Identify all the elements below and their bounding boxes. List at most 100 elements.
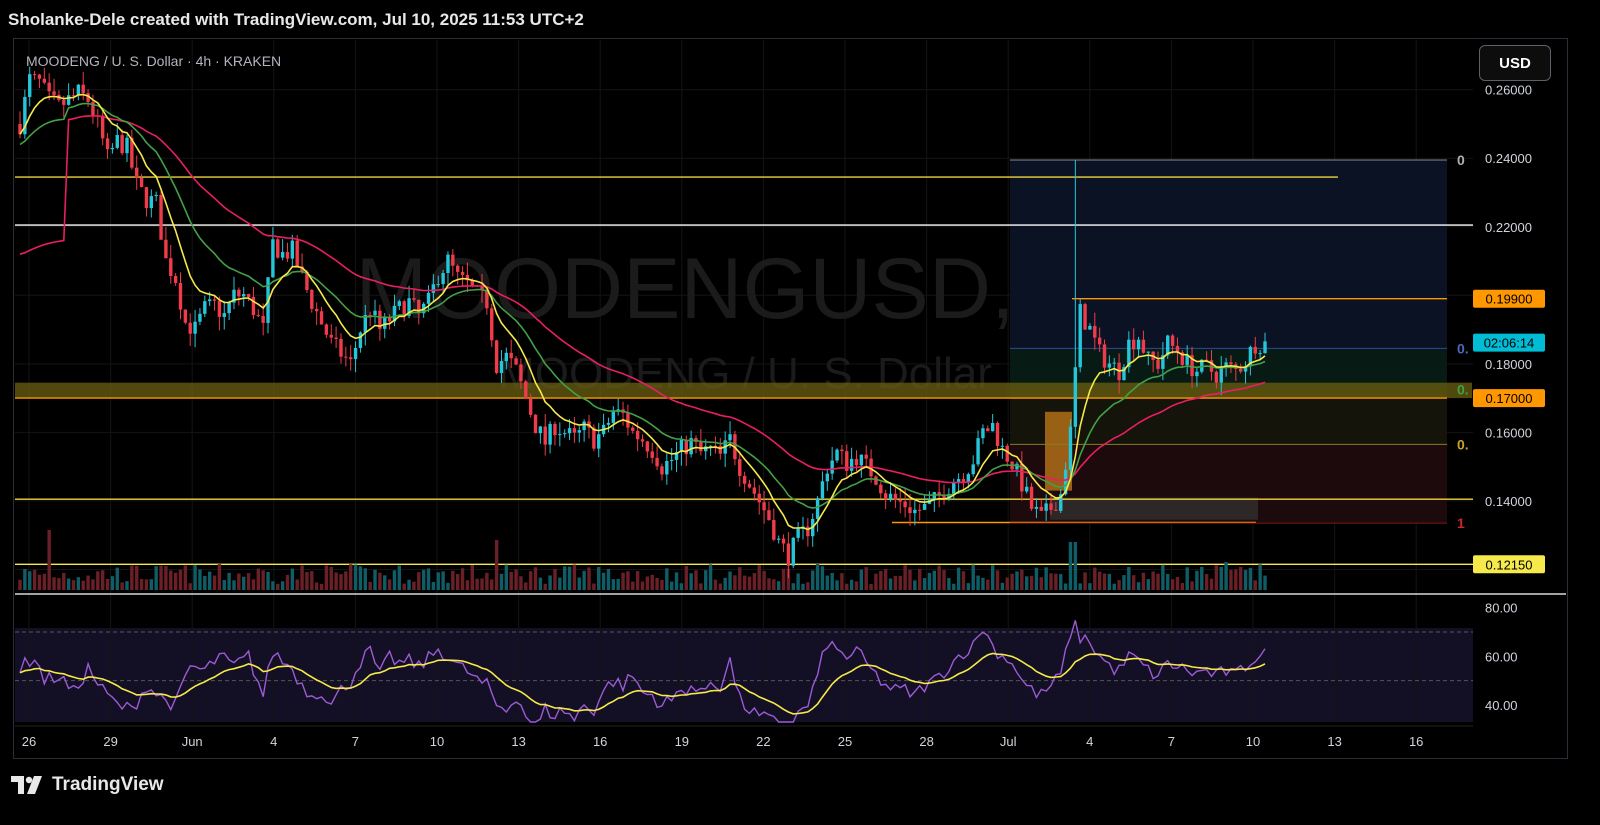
price-chart[interactable]: MOODENGUSD, 4h MOODENG / U. S. Dollar 00… (0, 0, 1600, 825)
candle-body (849, 458, 854, 471)
candle-body (154, 194, 158, 197)
tradingview-logo-icon (11, 776, 42, 794)
candle-body (1024, 486, 1029, 492)
volume-bar (961, 571, 966, 590)
volume-bar (1151, 571, 1155, 590)
volume-bar (188, 583, 192, 590)
candle-body (431, 284, 436, 293)
volume-bar (776, 581, 781, 590)
volume-bar (723, 577, 727, 590)
candle-body (815, 498, 820, 519)
volume-bar (553, 568, 557, 590)
candle-body (1195, 371, 1199, 377)
candle-body (1005, 445, 1009, 462)
volume-bar (650, 574, 654, 590)
candle-body (110, 147, 115, 150)
candle-body (898, 499, 902, 502)
volume-bar (986, 579, 990, 590)
candle-body (981, 428, 985, 439)
volume-bar (849, 579, 854, 590)
volume-bar (708, 564, 713, 590)
candle-body (830, 460, 834, 474)
candle-body (971, 464, 975, 475)
volume-bar (368, 581, 372, 590)
candle-body (995, 422, 1000, 447)
tradingview-brand[interactable]: TradingView (10, 774, 164, 796)
volume-bar (475, 578, 479, 590)
volume-bar (1068, 542, 1073, 590)
candle-body (762, 502, 766, 511)
volume-bar (426, 568, 431, 590)
candle-body (173, 276, 178, 283)
x-tick-label: Jun (182, 734, 203, 749)
candle-body (606, 422, 611, 425)
consolidation-box (1050, 497, 1258, 520)
volume-bar (256, 568, 261, 590)
volume-bar (115, 567, 119, 590)
volume-bar (1195, 570, 1199, 590)
candle-body (344, 356, 348, 358)
volume-bar (1088, 583, 1092, 590)
price-badge-label: 0.17000 (1486, 391, 1533, 406)
volume-bar (592, 583, 596, 590)
candle-body (412, 298, 416, 300)
x-tick-label: 13 (511, 734, 525, 749)
volume-bar (1180, 583, 1185, 590)
volume-bar (373, 569, 377, 590)
candle-body (806, 526, 810, 537)
volume-bar (718, 583, 723, 590)
candle-body (519, 364, 523, 382)
candle-body (577, 430, 581, 433)
volume-bar (183, 565, 188, 590)
candle-body (1049, 503, 1053, 510)
candle-body (334, 337, 338, 339)
volume-bar (397, 565, 402, 590)
candle-body (504, 352, 509, 362)
volume-bar (1214, 565, 1219, 590)
x-tick-label: 16 (593, 734, 607, 749)
volume-bar (669, 581, 674, 590)
volume-bar (212, 575, 217, 590)
volume-bar (762, 571, 766, 590)
volume-bar (981, 577, 985, 590)
volume-bar (597, 566, 601, 590)
volume-bar (378, 572, 382, 590)
volume-bar (913, 580, 917, 590)
volume-bar (1229, 569, 1233, 590)
candle-body (567, 428, 572, 434)
candle-body (1238, 368, 1243, 372)
candle-body (66, 95, 71, 105)
candle-body (276, 239, 280, 258)
y-tick-label: 0.14000 (1485, 494, 1532, 509)
volume-bar (1175, 576, 1180, 590)
volume-bar (1083, 572, 1087, 590)
candle-body (655, 457, 659, 467)
volume-bar (173, 572, 178, 590)
candle-body (373, 310, 377, 316)
candle-body (650, 451, 654, 458)
candle-body (1034, 506, 1039, 509)
volume-bar (1020, 569, 1024, 590)
candle-body (280, 252, 285, 258)
volume-bar (198, 569, 202, 590)
candle-body (295, 240, 299, 267)
rsi-tick-label: 40.00 (1485, 698, 1518, 713)
candle-body (752, 487, 757, 494)
candle-body (990, 422, 995, 432)
candle-body (528, 398, 533, 415)
volume-bar (455, 573, 460, 590)
currency-button[interactable]: USD (1479, 45, 1551, 81)
symbol-info: MOODENG / U. S. Dollar · 4h · KRAKEN (26, 53, 281, 69)
volume-bar (1258, 564, 1262, 590)
volume-bar (1078, 583, 1082, 590)
volume-bar (908, 569, 912, 590)
volume-bar (738, 567, 742, 590)
volume-bar (1200, 566, 1204, 590)
candle-body (100, 115, 105, 139)
volume-bar (504, 564, 509, 590)
volume-bar (193, 564, 197, 590)
candle-body (660, 466, 664, 475)
y-tick-label: 0.18000 (1485, 357, 1532, 372)
volume-bar (436, 572, 440, 590)
candle-body (893, 493, 898, 500)
